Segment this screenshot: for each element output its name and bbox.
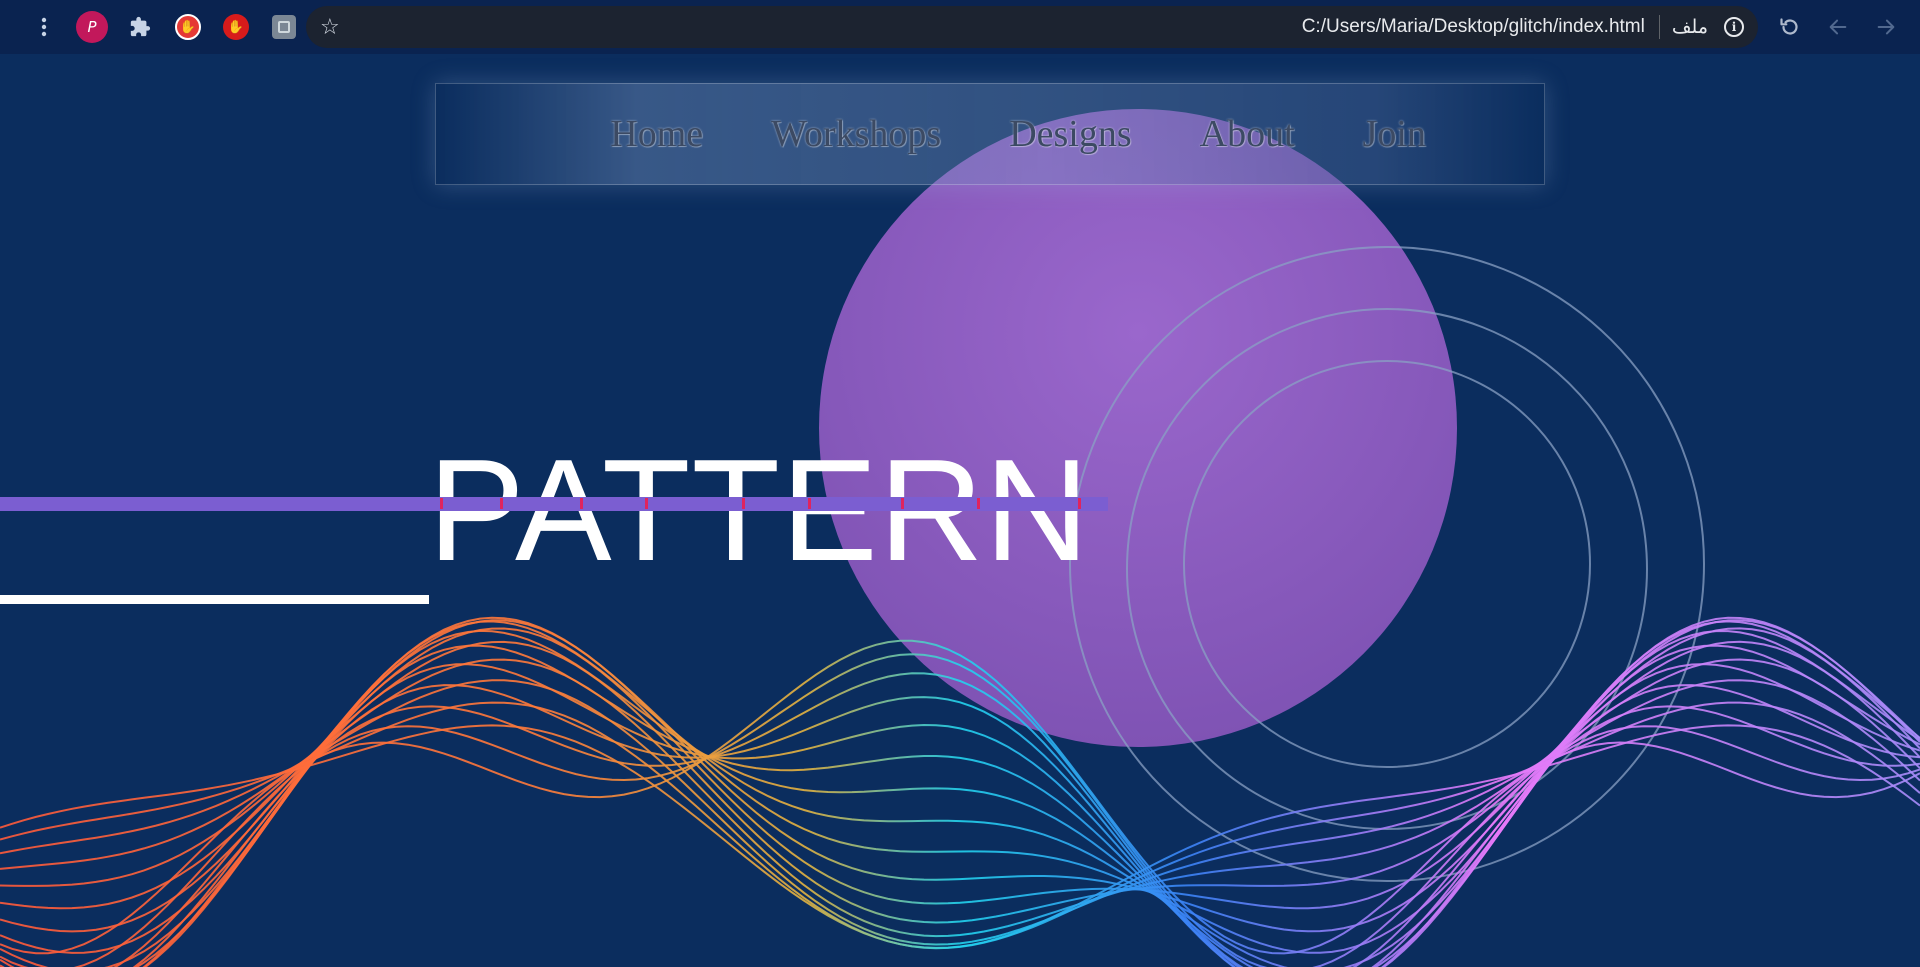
nav-join-link[interactable]: Join: [1363, 112, 1426, 156]
wave-line: [0, 658, 1920, 938]
white-underline: [0, 595, 429, 604]
toolbar-left-group: P ✋ ✋: [0, 3, 308, 51]
forward-arrow-icon[interactable]: [1862, 3, 1910, 51]
bookmark-star-icon[interactable]: ☆: [320, 15, 350, 40]
nav-about-link[interactable]: About: [1200, 112, 1295, 156]
divider: [1658, 15, 1660, 39]
avatar: P: [76, 11, 108, 43]
wave-line: [0, 679, 1920, 946]
hand-stop-icon: ✋: [223, 14, 249, 40]
glitch-dash: [500, 498, 503, 509]
wave-line: [0, 644, 1920, 967]
glitch-dash: [580, 498, 583, 509]
browser-toolbar: P ✋ ✋ ☆ C:/Users/Maria/Desktop/glitch/in…: [0, 0, 1920, 54]
puzzle-icon[interactable]: [116, 3, 164, 51]
address-bar[interactable]: ☆ C:/Users/Maria/Desktop/glitch/index.ht…: [306, 6, 1758, 48]
profile-button[interactable]: P: [68, 3, 116, 51]
glitch-dash: [901, 498, 904, 509]
extension-button[interactable]: [260, 3, 308, 51]
back-arrow-icon[interactable]: [1814, 3, 1862, 51]
extension-square-icon: [272, 15, 296, 39]
wave-line: [0, 653, 1920, 967]
adblock-solid-extension-button[interactable]: ✋: [212, 3, 260, 51]
glitch-dash: [808, 498, 811, 509]
glitch-dash: [1078, 498, 1081, 509]
more-vertical-icon[interactable]: [20, 3, 68, 51]
main-nav: Home Workshops Designs About Join: [435, 83, 1545, 185]
glitch-bar: [0, 497, 1108, 511]
nav-designs-link[interactable]: Designs: [1009, 112, 1131, 156]
url-text[interactable]: C:/Users/Maria/Desktop/glitch/index.html: [350, 16, 1659, 38]
glitch-dash: [742, 498, 745, 509]
reload-icon[interactable]: [1766, 3, 1814, 51]
nav-workshops-link[interactable]: Workshops: [771, 112, 941, 156]
glitch-dash: [645, 498, 648, 509]
adblock-extension-button[interactable]: ✋: [164, 3, 212, 51]
nav-home-link[interactable]: Home: [610, 112, 703, 156]
glitch-dash: [440, 498, 443, 509]
site-info-icon[interactable]: i: [1724, 17, 1744, 37]
protocol-label: ملف: [1671, 16, 1708, 38]
wave-line: [0, 701, 1920, 950]
page-viewport: Home Workshops Designs About Join PATTER…: [0, 54, 1920, 967]
purple-circle: [819, 109, 1457, 747]
hand-stop-icon: ✋: [175, 14, 201, 40]
toolbar-nav-group: [1766, 3, 1910, 51]
glitch-dash: [977, 498, 980, 509]
